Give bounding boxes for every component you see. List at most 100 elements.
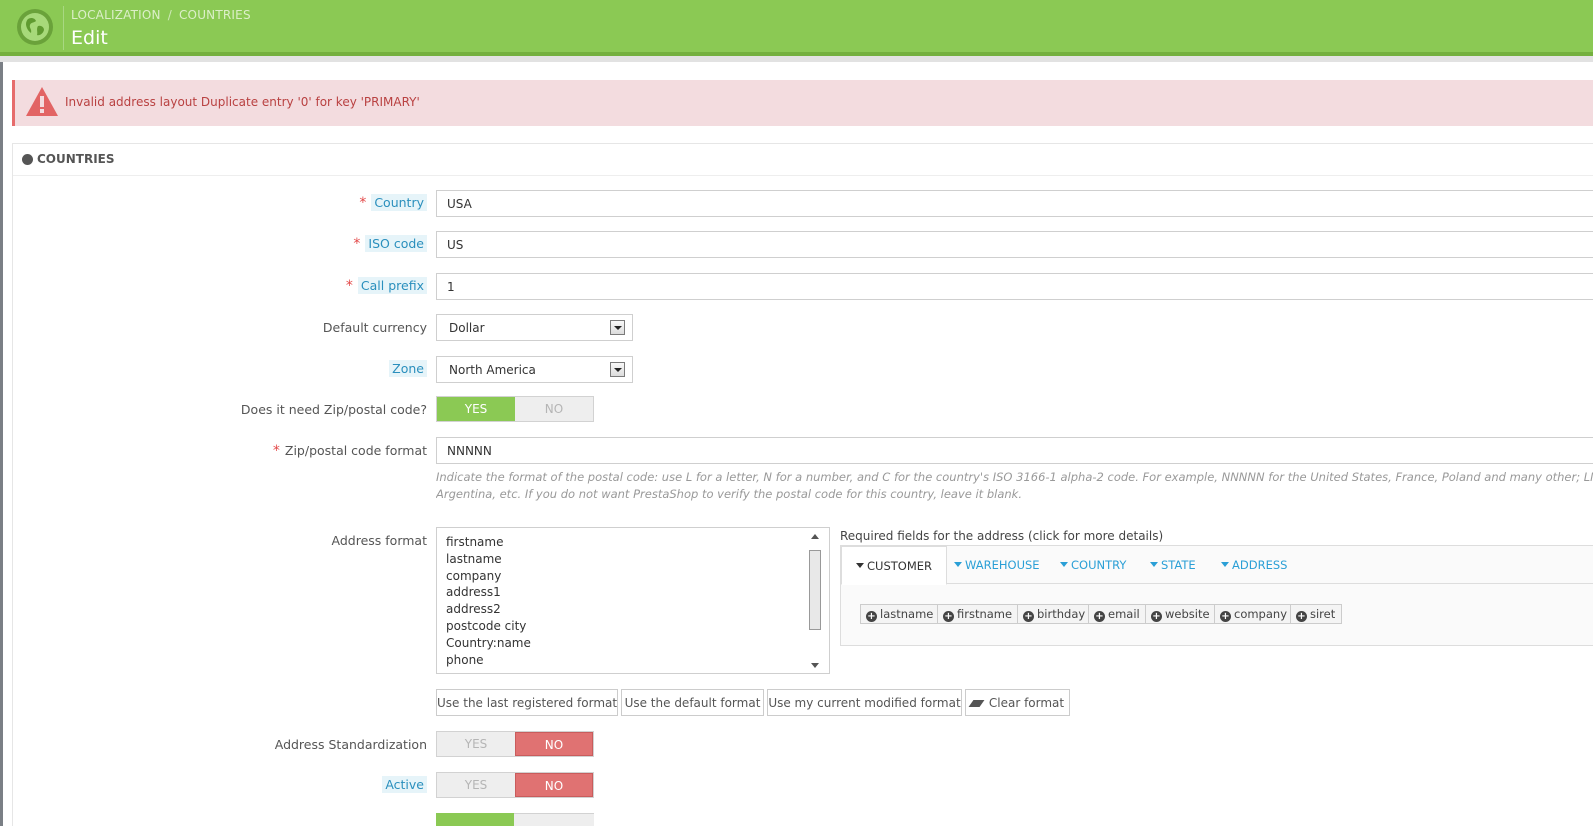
eraser-icon [968, 700, 985, 707]
field-tag-siret[interactable]: + siret [1290, 604, 1343, 624]
default-currency-value: Dollar [449, 321, 485, 335]
call-prefix-label: * Call prefix [345, 277, 427, 294]
address-standardization-label: Address Standardization [274, 737, 427, 752]
required-fields-title: Required fields for the address (click f… [840, 529, 1164, 543]
tab-state[interactable]: STATE [1150, 546, 1196, 584]
address-format-textarea[interactable]: firstname lastname company address1 addr… [436, 527, 830, 674]
caret-down-icon [954, 562, 962, 567]
iso-code-input[interactable]: US [436, 231, 1593, 258]
zip-format-help-line2: Argentina, etc. If you do not want Prest… [436, 487, 1022, 501]
breadcrumb-countries[interactable]: COUNTRIES [179, 8, 251, 22]
address-format-label: Address format [331, 533, 427, 548]
caret-down-icon [856, 563, 864, 568]
call-prefix-input[interactable]: 1 [436, 273, 1593, 300]
tab-country[interactable]: COUNTRY [1060, 546, 1126, 584]
field-tag-firstname[interactable]: + firstname [937, 604, 1020, 624]
field-tag-email[interactable]: + email [1088, 604, 1147, 624]
zip-format-help-line1: Indicate the format of the postal code: … [436, 470, 1593, 484]
active-yes-option[interactable]: YES [437, 773, 515, 797]
address-standardization-yes-option[interactable]: YES [437, 732, 515, 756]
field-tag-label: email [1108, 607, 1140, 621]
address-format-line: phone [446, 652, 484, 667]
next-switch-partial[interactable] [436, 813, 594, 826]
field-tag-website[interactable]: + website [1145, 604, 1217, 624]
tab-warehouse[interactable]: WAREHOUSE [954, 546, 1040, 584]
default-currency-label: Default currency [322, 320, 427, 335]
field-tag-birthday[interactable]: + birthday [1017, 604, 1093, 624]
address-format-lines: firstname lastname company address1 addr… [446, 534, 531, 668]
caret-down-icon [1060, 562, 1068, 567]
active-label-text: Active [382, 776, 427, 793]
field-tag-label: birthday [1037, 607, 1086, 621]
scroll-thumb[interactable] [809, 550, 821, 630]
zip-format-label: * Zip/postal code format [273, 443, 427, 459]
required-fields-tabs: CUSTOMER WAREHOUSE COUNTRY STATE ADDRESS… [840, 545, 1593, 646]
need-zip-yes-option[interactable]: YES [437, 397, 515, 421]
globe-icon [17, 9, 53, 45]
field-tag-label: firstname [957, 607, 1013, 621]
tab-address[interactable]: ADDRESS [1221, 546, 1287, 584]
globe-icon [22, 154, 33, 165]
next-switch-yes[interactable] [436, 813, 514, 826]
iso-code-label-text: ISO code [365, 235, 427, 252]
panel-title: COUNTRIES [37, 152, 115, 166]
header-divider [63, 6, 64, 50]
active-switch: YES NO [436, 772, 594, 798]
plus-circle-icon: + [1296, 611, 1307, 622]
active-label: Active [382, 776, 427, 793]
plus-circle-icon: + [866, 611, 877, 622]
required-asterisk: * [272, 443, 280, 459]
address-format-line: company [446, 568, 502, 583]
use-default-format-button[interactable]: Use the default format [621, 689, 764, 716]
country-input[interactable]: USA [436, 190, 1593, 217]
field-tag-label: company [1234, 607, 1288, 621]
plus-circle-icon: + [1094, 611, 1105, 622]
caret-down-icon [1221, 562, 1229, 567]
breadcrumb-localization[interactable]: LOCALIZATION [71, 8, 161, 22]
caret-down-icon [1150, 562, 1158, 567]
zip-format-input[interactable]: NNNNN [436, 437, 1593, 464]
field-tag-lastname[interactable]: + lastname [860, 604, 941, 624]
required-asterisk: * [353, 236, 361, 252]
required-asterisk: * [359, 195, 367, 211]
panel-heading: COUNTRIES [13, 144, 1593, 176]
plus-circle-icon: + [1023, 611, 1034, 622]
next-switch-no[interactable] [514, 813, 594, 826]
use-current-modified-format-button[interactable]: Use my current modified format [767, 689, 962, 716]
window-edge [0, 60, 3, 826]
tab-customer-label: CUSTOMER [867, 559, 933, 573]
zone-label-text: Zone [389, 360, 427, 377]
country-label-text: Country [371, 194, 427, 211]
error-alert: Invalid address layout Duplicate entry '… [12, 80, 1593, 126]
plus-circle-icon: + [1220, 611, 1231, 622]
tab-address-label: ADDRESS [1232, 558, 1288, 572]
field-tag-label: lastname [880, 607, 934, 621]
scroll-down-icon[interactable] [811, 663, 819, 668]
breadcrumb: LOCALIZATION / COUNTRIES [71, 8, 251, 22]
need-zip-no-option[interactable]: NO [515, 397, 593, 421]
zone-value: North America [449, 363, 536, 377]
default-currency-select[interactable]: Dollar [436, 314, 633, 341]
chevron-down-icon[interactable] [610, 320, 625, 335]
scroll-up-icon[interactable] [811, 534, 819, 539]
chevron-down-icon[interactable] [610, 362, 625, 377]
field-tag-company[interactable]: + company [1214, 604, 1295, 624]
address-format-line: address1 [446, 585, 501, 600]
clear-format-button[interactable]: Clear format [965, 689, 1070, 716]
field-tag-label: siret [1310, 607, 1336, 621]
required-asterisk: * [345, 278, 353, 294]
plus-circle-icon: + [1151, 611, 1162, 622]
address-standardization-switch: YES NO [436, 731, 594, 757]
address-standardization-no-option[interactable]: NO [515, 732, 593, 756]
address-format-line: address2 [446, 602, 501, 617]
zone-select[interactable]: North America [436, 356, 633, 383]
clear-format-label: Clear format [988, 696, 1065, 710]
plus-circle-icon: + [943, 611, 954, 622]
textarea-scrollbar[interactable] [808, 532, 822, 670]
address-format-line: Country:name [446, 635, 531, 650]
active-no-option[interactable]: NO [515, 773, 593, 797]
zone-label: Zone [389, 360, 427, 377]
tab-state-label: STATE [1161, 558, 1196, 572]
tab-customer[interactable]: CUSTOMER [841, 546, 948, 585]
use-last-registered-format-button[interactable]: Use the last registered format [436, 689, 618, 716]
